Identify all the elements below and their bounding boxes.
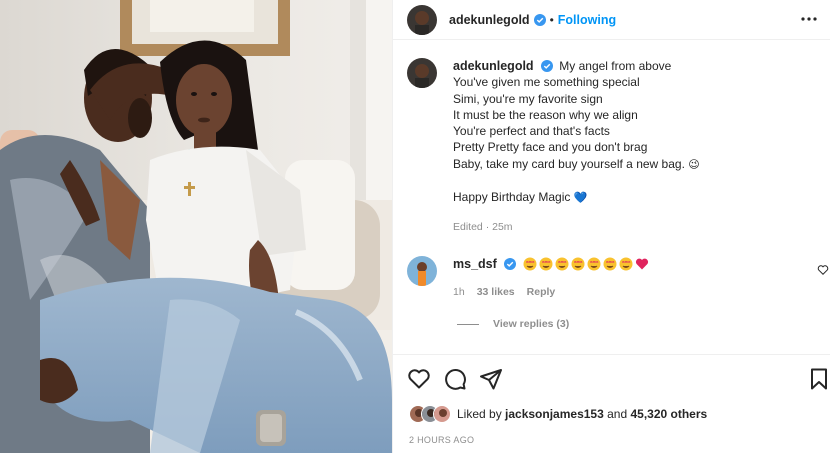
commenter-avatar[interactable]: [407, 256, 437, 286]
heart-eyes-emoji-icon: [571, 257, 585, 271]
replies-divider-line: [457, 323, 479, 325]
caption-line: Simi, you're my favorite sign: [453, 91, 603, 106]
post-caption: adekunlegold My angel from above You've …: [407, 58, 817, 235]
heart-eyes-emoji-icon: [523, 257, 537, 271]
bookmark-icon[interactable]: [807, 367, 830, 391]
post-photo[interactable]: [0, 0, 392, 453]
comment-time[interactable]: 1h: [453, 286, 465, 298]
following-button[interactable]: Following: [558, 13, 616, 27]
likes-prefix: Liked by: [457, 407, 506, 421]
heart-outline-icon[interactable]: [817, 264, 829, 276]
wink-emoji: 😉: [688, 157, 700, 171]
view-replies-label: View replies (3): [493, 318, 570, 330]
verified-badge-icon: [504, 258, 517, 270]
likes-middle: and: [603, 407, 631, 421]
more-dots-icon[interactable]: [799, 9, 819, 29]
caption-line: You've given me something special: [453, 75, 640, 90]
likes-count[interactable]: 45,320 others: [630, 407, 707, 421]
post-header: adekunlegold • Following: [393, 0, 830, 40]
post-timestamp[interactable]: 2 HOURS AGO: [409, 435, 474, 445]
heart-eyes-emoji-icon: [619, 257, 633, 271]
liker-avatars: [409, 405, 451, 423]
verified-badge-icon: [540, 60, 553, 72]
caption-text: adekunlegold My angel from above You've …: [453, 58, 817, 235]
commenter-username[interactable]: ms_dsf: [453, 257, 497, 271]
heart-eyes-emoji-icon: [539, 257, 553, 271]
liked-by-user[interactable]: jacksonjames153: [505, 407, 604, 421]
post-actions: Liked by jacksonjames153 and 45,320 othe…: [393, 354, 830, 453]
comment-likes[interactable]: 33 likes: [477, 286, 515, 298]
author-avatar[interactable]: [407, 4, 437, 35]
caption-line: My angel from above: [559, 59, 672, 73]
heart-outline-icon[interactable]: [407, 367, 431, 391]
caption-line: It must be the reason why we align: [453, 107, 638, 122]
comment-item: ms_dsf 1h 33 likes Reply: [407, 256, 830, 298]
red-heart-emoji-icon: [636, 258, 649, 270]
blue-heart-emoji: 💙: [573, 191, 588, 205]
comment-meta: 1h 33 likes Reply: [453, 286, 830, 298]
likes-summary: Liked by jacksonjames153 and 45,320 othe…: [409, 405, 707, 423]
caption-author-avatar[interactable]: [407, 58, 437, 88]
comment-bubble-icon[interactable]: [443, 367, 467, 391]
header-separator: •: [549, 12, 554, 27]
caption-line: Pretty Pretty face and you don't brag: [453, 140, 648, 155]
heart-eyes-emoji-icon: [603, 257, 617, 271]
comment-emojis: [523, 257, 649, 271]
heart-eyes-emoji-icon: [555, 257, 569, 271]
edited-meta: Edited · 25m: [453, 220, 513, 233]
author-username[interactable]: adekunlegold: [449, 13, 530, 27]
reply-button[interactable]: Reply: [527, 286, 556, 298]
birthday-line: Happy Birthday Magic: [453, 190, 571, 205]
caption-line: You're perfect and that's facts: [453, 124, 610, 139]
caption-username[interactable]: adekunlegold: [453, 59, 534, 73]
liker-avatar[interactable]: [433, 405, 451, 423]
verified-badge-icon: [533, 13, 546, 26]
view-replies-button[interactable]: View replies (3): [457, 318, 569, 330]
caption-line: Baby, take my card buy yourself a new ba…: [453, 156, 685, 171]
paper-plane-icon[interactable]: [479, 367, 503, 391]
heart-eyes-emoji-icon: [587, 257, 601, 271]
couple-photo-illustration: [0, 0, 392, 453]
post-side-panel: adekunlegold • Following adekunlegold My…: [392, 0, 830, 453]
